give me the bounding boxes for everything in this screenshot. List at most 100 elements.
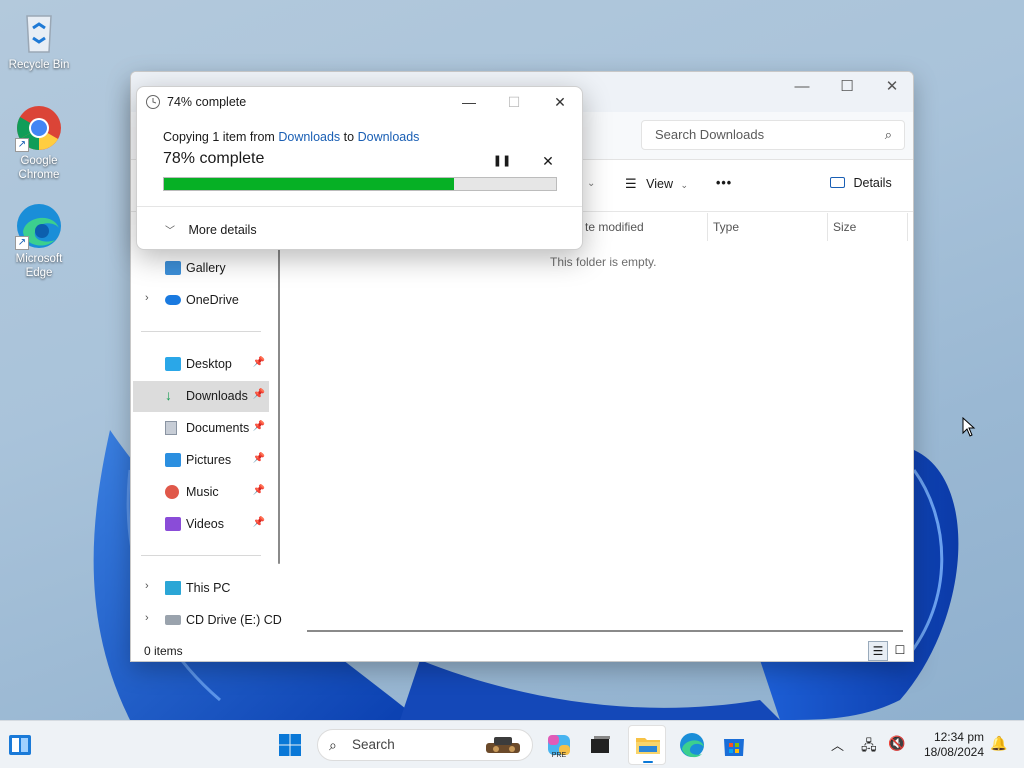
column-divider[interactable] xyxy=(707,213,708,241)
dialog-minimize-button[interactable]: — xyxy=(446,89,492,115)
widgets-button[interactable] xyxy=(6,731,34,759)
nav-label: CD Drive (E:) CD xyxy=(186,613,282,627)
mouse-pointer-icon xyxy=(962,417,976,437)
taskbar-search-box[interactable]: ⌕ Search xyxy=(317,729,533,761)
nav-item-cd-drive[interactable]: › CD Drive (E:) CD xyxy=(133,605,282,635)
taskbar-file-explorer-button[interactable] xyxy=(628,725,666,765)
destination-folder-link[interactable]: Downloads xyxy=(358,130,420,144)
dialog-maximize-button: ☐ xyxy=(507,94,521,110)
details-label: Details xyxy=(853,176,892,190)
column-divider[interactable] xyxy=(827,213,828,241)
more-details-toggle[interactable]: ﹀ More details xyxy=(165,222,257,237)
music-icon xyxy=(165,485,179,499)
chrome-icon: ↗ xyxy=(15,104,63,152)
nav-label: OneDrive xyxy=(186,293,239,307)
pin-icon[interactable]: 📌 xyxy=(253,485,265,496)
shortcut-arrow-icon: ↗ xyxy=(15,236,29,250)
nav-divider xyxy=(141,555,261,556)
task-view-icon xyxy=(591,736,610,753)
desktop-folder-icon xyxy=(165,357,181,371)
search-label: Search xyxy=(352,737,395,752)
nav-item-pictures[interactable]: Pictures 📌 xyxy=(133,445,269,475)
close-button[interactable]: ✕ xyxy=(869,72,913,104)
edge-icon: ↗ xyxy=(15,202,63,250)
desktop-icon-microsoft-edge[interactable]: ↗ Microsoft Edge xyxy=(3,202,75,280)
details-pane-button[interactable]: Details xyxy=(830,176,892,190)
desktop-icon-google-chrome[interactable]: ↗ Google Chrome xyxy=(3,104,75,182)
chevron-down-icon: ﹀ xyxy=(165,226,175,237)
nav-item-this-pc[interactable]: › This PC xyxy=(133,573,269,603)
nav-item-videos[interactable]: Videos 📌 xyxy=(133,509,269,539)
shortcut-arrow-icon: ↗ xyxy=(15,138,29,152)
search-input[interactable]: Search Downloads ⌕ xyxy=(641,120,905,150)
cancel-copy-button[interactable]: ✕ xyxy=(538,151,558,171)
videos-icon xyxy=(165,517,181,531)
nav-label: Videos xyxy=(186,517,224,531)
file-explorer-icon xyxy=(636,738,660,763)
horizontal-scrollbar[interactable] xyxy=(307,630,903,632)
sort-dropdown-chevron-icon[interactable]: ⌄ xyxy=(587,178,595,189)
view-button[interactable]: ☰ View ⌄ xyxy=(625,176,688,192)
nav-item-music[interactable]: Music 📌 xyxy=(133,477,269,507)
nav-item-documents[interactable]: Documents 📌 xyxy=(133,413,269,443)
taskbar: ⌕ Search PRE ︿ 🖧 🔇 12:34 pm 18/08/2024 🔔 xyxy=(0,720,1024,768)
taskbar-store-button[interactable] xyxy=(718,729,750,761)
clock-date: 18/08/2024 xyxy=(923,745,984,759)
gallery-icon xyxy=(165,261,181,275)
pin-icon[interactable]: 📌 xyxy=(253,517,265,528)
pin-icon[interactable]: 📌 xyxy=(253,389,265,400)
volume-muted-icon[interactable]: 🔇 xyxy=(888,735,905,752)
maximize-button[interactable]: ☐ xyxy=(824,72,870,104)
column-header-size[interactable]: Size xyxy=(833,220,856,234)
taskbar-task-view-button[interactable] xyxy=(584,729,616,761)
large-icons-view-button[interactable]: ☐ xyxy=(890,641,910,661)
pin-icon[interactable]: 📌 xyxy=(253,421,265,432)
nav-label: Desktop xyxy=(186,357,232,371)
desktop-icon-recycle-bin[interactable]: Recycle Bin xyxy=(3,8,75,72)
column-header-type[interactable]: Type xyxy=(713,220,739,234)
clock-time: 12:34 pm xyxy=(933,730,984,744)
source-folder-link[interactable]: Downloads xyxy=(278,130,340,144)
nav-item-onedrive[interactable]: › OneDrive xyxy=(133,285,269,315)
windows-logo-icon xyxy=(279,734,301,756)
search-placeholder: Search Downloads xyxy=(655,127,765,142)
nav-pane-scrollbar[interactable] xyxy=(278,230,280,564)
item-count: 0 items xyxy=(144,644,183,658)
dialog-divider xyxy=(137,206,582,207)
pin-icon[interactable]: 📌 xyxy=(253,453,265,464)
to-text: to xyxy=(343,130,355,144)
svg-text:PRE: PRE xyxy=(552,752,567,759)
nav-label: Gallery xyxy=(186,261,226,275)
documents-icon xyxy=(165,421,177,435)
progress-bar-fill xyxy=(164,178,455,190)
dialog-title: 74% complete xyxy=(167,95,247,109)
nav-label: Documents xyxy=(186,421,250,435)
nav-label: Pictures xyxy=(186,453,232,467)
dialog-close-button[interactable]: ✕ xyxy=(537,89,582,115)
taskbar-copilot-button[interactable]: PRE xyxy=(543,729,575,761)
nav-item-downloads[interactable]: ↓ Downloads 📌 xyxy=(133,381,269,412)
network-icon[interactable]: 🖧 xyxy=(861,735,877,759)
see-more-button[interactable]: ••• xyxy=(716,176,732,190)
column-divider[interactable] xyxy=(907,213,908,241)
expand-chevron-icon[interactable]: › xyxy=(145,580,149,592)
pin-icon[interactable]: 📌 xyxy=(253,357,265,368)
column-header-date-modified[interactable]: te modified xyxy=(585,220,644,234)
expand-chevron-icon[interactable]: › xyxy=(145,612,149,624)
edge-icon xyxy=(680,733,704,758)
details-view-button[interactable]: ☰ xyxy=(868,641,888,661)
minimize-button[interactable]: — xyxy=(779,72,825,104)
microsoft-store-icon xyxy=(724,739,744,756)
pause-button[interactable]: ❚❚ xyxy=(492,151,512,171)
show-hidden-icons-chevron-icon[interactable]: ︿ xyxy=(831,735,844,754)
nav-item-gallery[interactable]: Gallery xyxy=(133,253,269,283)
navigation-pane: Gallery › OneDrive Desktop 📌 ↓ Downloads… xyxy=(131,213,282,635)
expand-chevron-icon[interactable]: › xyxy=(145,292,149,304)
notification-bell-icon[interactable]: 🔔 xyxy=(990,735,1007,752)
copy-description: Copying 1 item from Downloads to Downloa… xyxy=(163,130,419,144)
start-button[interactable] xyxy=(274,729,306,761)
taskbar-edge-button[interactable] xyxy=(676,729,708,761)
taskbar-clock[interactable]: 12:34 pm 18/08/2024 xyxy=(916,730,984,760)
nav-item-desktop[interactable]: Desktop 📌 xyxy=(133,349,269,379)
cd-drive-icon xyxy=(165,615,181,625)
